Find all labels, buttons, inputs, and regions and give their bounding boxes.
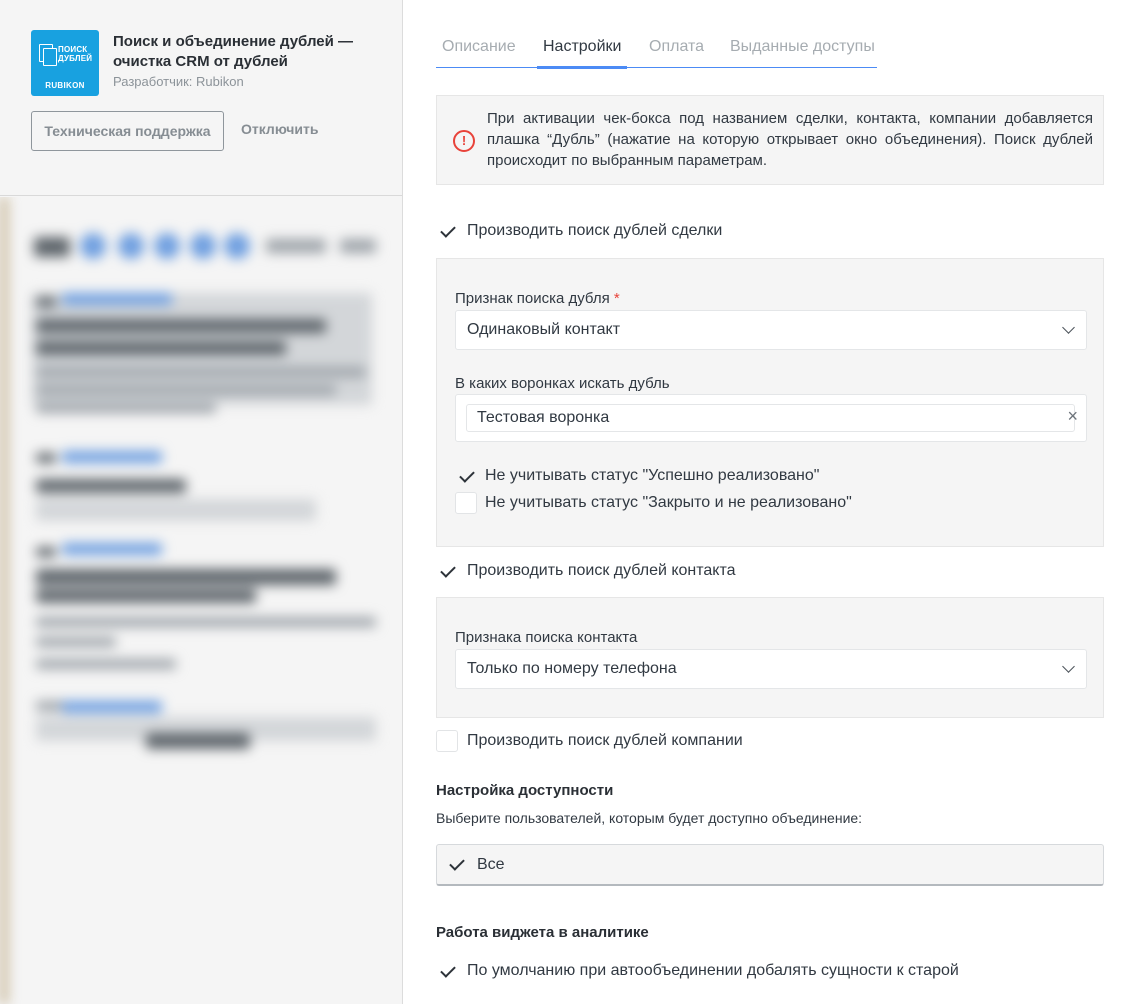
search-deals-checkbox[interactable] <box>436 220 458 242</box>
deal-sign-select[interactable]: Одинаковый контакт <box>455 310 1087 350</box>
info-notice: ! При активации чек-бокса под названием … <box>436 95 1104 185</box>
pipelines-multiselect[interactable]: Тестовая воронка × <box>455 394 1087 442</box>
search-companies-label: Производить поиск дублей компании <box>467 732 743 749</box>
left-panel: ПОИСК ДУБЛЕЙ RUBIKON Поиск и объединение… <box>0 0 403 1004</box>
tab-payment[interactable]: Оплата <box>649 38 704 68</box>
deal-sign-label: Признак поиска дубля * <box>455 290 620 307</box>
tab-granted-access[interactable]: Выданные доступы <box>730 38 875 68</box>
clear-icon[interactable]: × <box>1067 407 1078 425</box>
contact-sign-value: Только по номеру телефона <box>467 660 677 677</box>
tabs-bar: Описание Настройки Оплата Выданные досту… <box>436 38 877 69</box>
ignore-closed-checkbox[interactable] <box>455 492 477 514</box>
contacts-settings-box: Признака поиска контакта Только по номер… <box>436 597 1104 718</box>
search-contacts-checkbox[interactable] <box>436 560 458 582</box>
info-circle-icon: ! <box>453 130 475 152</box>
chevron-down-icon <box>1062 321 1075 334</box>
logo-line2: ДУБЛЕЙ <box>58 54 93 63</box>
contact-sign-label: Признака поиска контакта <box>455 629 638 646</box>
users-select-box[interactable]: Все <box>436 844 1104 886</box>
app-developer: Разработчик: Rubikon <box>113 74 244 89</box>
access-section-title: Настройка доступности <box>436 782 614 799</box>
ignore-success-label: Не учитывать статус "Успешно реализовано… <box>485 467 820 484</box>
deal-sign-label-text: Признак поиска дубля <box>455 290 610 307</box>
tab-description[interactable]: Описание <box>442 38 516 68</box>
support-button[interactable]: Техническая поддержка <box>31 111 224 151</box>
deal-sign-value: Одинаковый контакт <box>467 321 621 338</box>
blurred-preview <box>0 197 402 1004</box>
all-users-label: Все <box>477 856 505 873</box>
documents-icon <box>39 44 57 66</box>
logo-brand: RUBIKON <box>45 81 85 90</box>
info-text: При активации чек-бокса под названием сд… <box>487 110 1093 169</box>
app-logo: ПОИСК ДУБЛЕЙ RUBIKON <box>31 30 99 96</box>
analytics-label: По умолчанию при автообъединении добалят… <box>467 962 959 979</box>
app-title: Поиск и объединение дублей — очистка CRM… <box>113 33 354 70</box>
logo-text: ПОИСК ДУБЛЕЙ <box>58 45 98 63</box>
deals-settings-box: Признак поиска дубля * Одинаковый контак… <box>436 258 1104 547</box>
analytics-section-title: Работа виджета в аналитике <box>436 924 649 941</box>
all-users-checkbox[interactable] <box>445 853 467 875</box>
chevron-down-icon <box>1062 660 1075 673</box>
app-header: ПОИСК ДУБЛЕЙ RUBIKON Поиск и объединение… <box>0 0 402 196</box>
disable-button[interactable]: Отключить <box>241 121 318 137</box>
logo-line1: ПОИСК <box>58 45 88 54</box>
contact-sign-select[interactable]: Только по номеру телефона <box>455 649 1087 689</box>
access-section-subtitle: Выберите пользователей, которым будет до… <box>436 810 863 826</box>
search-contacts-label: Производить поиск дублей контакта <box>467 562 736 579</box>
pipelines-label: В каких воронках искать дубль <box>455 375 670 392</box>
analytics-checkbox[interactable] <box>436 960 458 982</box>
blurred-content <box>0 197 402 1004</box>
search-companies-checkbox[interactable] <box>436 730 458 752</box>
ignore-success-checkbox[interactable] <box>455 465 477 487</box>
required-mark: * <box>613 290 620 307</box>
search-deals-label: Производить поиск дублей сделки <box>467 222 723 239</box>
tab-settings[interactable]: Настройки <box>536 38 628 69</box>
pipeline-tag[interactable]: Тестовая воронка <box>466 404 1075 432</box>
ignore-closed-label: Не учитывать статус "Закрыто и не реализ… <box>485 494 852 511</box>
